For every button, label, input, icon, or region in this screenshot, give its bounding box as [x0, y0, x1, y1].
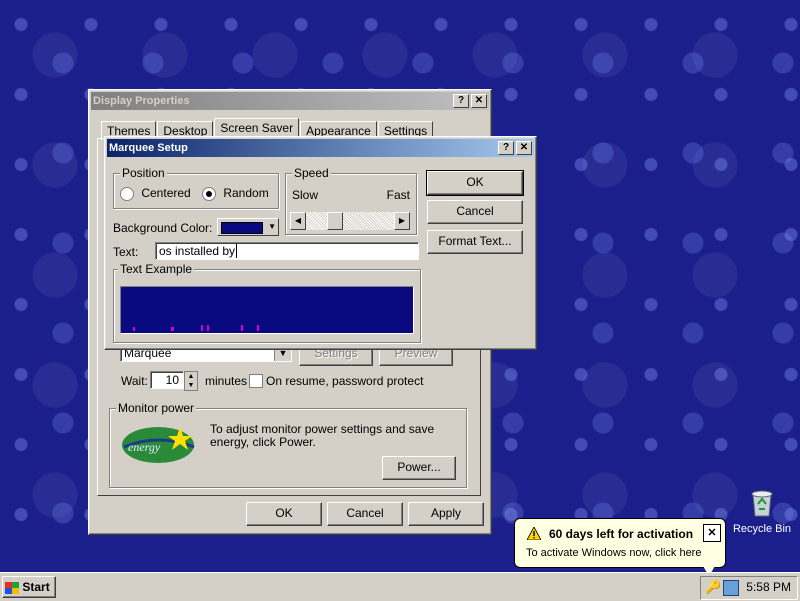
marquee-setup-titlebar[interactable]: Marquee Setup ? ✕ [107, 139, 534, 157]
balloon-text[interactable]: To activate Windows now, click here [526, 547, 701, 559]
minutes-label: minutes [205, 374, 248, 388]
windows-logo-icon [5, 581, 19, 594]
text-example-label: Text Example [118, 262, 195, 276]
wait-spinner[interactable]: ▲ ▼ [184, 371, 198, 391]
balloon-close-icon[interactable]: ✕ [703, 524, 721, 542]
scroll-right-icon[interactable]: ▶ [394, 212, 410, 230]
monitor-power-label: Monitor power [116, 401, 197, 415]
start-button[interactable]: Start [2, 576, 56, 598]
monitor-power-text: To adjust monitor power settings and sav… [210, 422, 435, 449]
password-protect-label: On resume, password protect [266, 374, 424, 388]
close-button[interactable]: ✕ [471, 94, 487, 108]
balloon-title: 60 days left for activation [549, 527, 694, 541]
recycle-bin[interactable]: Recycle Bin [730, 488, 794, 535]
background-color-picker[interactable]: ▼ [217, 218, 279, 236]
activation-key-icon[interactable]: 🔑 [705, 579, 721, 595]
password-protect-checkbox[interactable] [249, 374, 263, 388]
start-label: Start [22, 580, 50, 594]
color-swatch [221, 222, 263, 234]
display-properties-titlebar[interactable]: Display Properties ? ✕ [91, 92, 489, 110]
speed-group: Speed Slow Fast ◀ ▶ [285, 166, 417, 235]
system-tray: 🔑 5:58 PM [700, 576, 798, 600]
wait-label: Wait: [121, 374, 148, 388]
clock[interactable]: 5:58 PM [746, 580, 791, 594]
centered-label: Centered [141, 186, 191, 200]
preview-text-fragment [207, 325, 209, 331]
wait-input[interactable]: 10 [150, 371, 184, 389]
help-button[interactable]: ? [498, 141, 514, 155]
ok-button[interactable]: OK [246, 502, 322, 526]
network-icon[interactable] [723, 580, 739, 596]
energy-star-icon: energy [122, 427, 195, 463]
preview-text-fragment [257, 325, 259, 331]
preview-text-fragment [201, 325, 203, 331]
marquee-ok-button[interactable]: OK [426, 170, 524, 196]
marquee-cancel-button[interactable]: Cancel [427, 200, 523, 224]
svg-text:energy: energy [128, 440, 161, 454]
chevron-down-icon: ▼ [268, 222, 276, 231]
help-button[interactable]: ? [453, 94, 469, 108]
radio-icon [120, 186, 134, 201]
dialog-title: Marquee Setup [109, 142, 188, 154]
radio-selected-icon [202, 186, 216, 201]
slow-label: Slow [292, 188, 319, 202]
warning-icon [526, 526, 542, 543]
close-button[interactable]: ✕ [516, 141, 532, 155]
format-text-button[interactable]: Format Text... [427, 230, 523, 254]
preview-text-fragment [241, 325, 243, 331]
apply-button[interactable]: Apply [408, 502, 484, 526]
preview-text-fragment [133, 327, 135, 331]
scroll-left-icon[interactable]: ◀ [290, 212, 306, 230]
activation-balloon[interactable]: 60 days left for activation ✕ To activat… [514, 518, 726, 576]
window-title: Display Properties [93, 95, 190, 107]
speed-slider[interactable]: ◀ ▶ [290, 212, 410, 230]
preview-text-fragment [171, 327, 174, 331]
text-label: Text: [113, 245, 139, 259]
text-example-group: Text Example [113, 262, 421, 343]
background-color-label: Background Color: [113, 221, 213, 235]
random-label: Random [223, 186, 269, 200]
taskbar: Start 🔑 5:58 PM [0, 572, 800, 601]
random-radio[interactable]: Random [202, 186, 269, 201]
fast-label: Fast [386, 188, 410, 202]
recycle-bin-icon [751, 490, 773, 517]
marquee-setup-dialog: Marquee Setup ? ✕ Position Centered Rand… [104, 136, 537, 350]
speed-slider-thumb[interactable] [327, 212, 344, 230]
monitor-power-group: Monitor power energy To adjust monitor p… [109, 401, 467, 488]
power-button[interactable]: Power... [382, 456, 456, 480]
text-example-preview [120, 286, 414, 334]
marquee-text-input[interactable]: os installed by [155, 242, 419, 260]
position-group: Position Centered Random [113, 166, 279, 209]
recycle-bin-label: Recycle Bin [732, 523, 792, 535]
position-label: Position [120, 166, 167, 180]
speed-label: Speed [292, 166, 331, 180]
centered-radio[interactable]: Centered [120, 186, 191, 201]
cancel-button[interactable]: Cancel [327, 502, 403, 526]
